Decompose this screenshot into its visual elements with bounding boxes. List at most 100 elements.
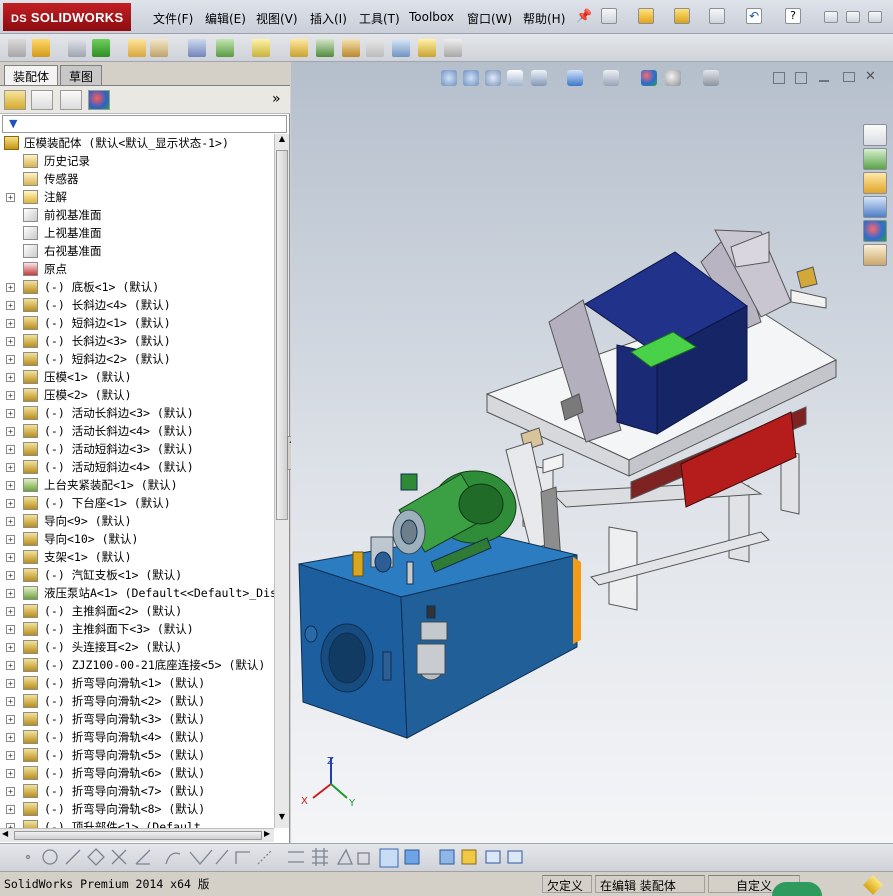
restore-icon[interactable]	[846, 11, 860, 23]
resources-home-icon[interactable]	[863, 124, 887, 146]
display-manager-icon[interactable]	[88, 90, 110, 110]
point-icon[interactable]	[25, 854, 31, 860]
circle-icon[interactable]	[42, 849, 58, 865]
assembly-3d-model[interactable]: Z X Y	[291, 62, 893, 843]
pin-icon[interactable]: 📌	[576, 9, 592, 24]
rebuild-warning-icon[interactable]	[674, 8, 690, 24]
expand-toggle-icon[interactable]: +	[6, 301, 15, 310]
expand-toggle-icon[interactable]: +	[6, 553, 15, 562]
expand-toggle-icon[interactable]: +	[6, 589, 15, 598]
expand-toggle-icon[interactable]: +	[6, 679, 15, 688]
expand-toggle-icon[interactable]: +	[6, 697, 15, 706]
expand-toggle-icon[interactable]: +	[6, 787, 15, 796]
view-palette-icon[interactable]	[863, 196, 887, 218]
menu-file[interactable]: 文件(F)	[153, 10, 193, 27]
feedback-icon[interactable]	[863, 875, 883, 895]
menu-view[interactable]: 视图(V)	[256, 10, 298, 27]
appearances-icon[interactable]	[863, 220, 887, 242]
expand-toggle-icon[interactable]: +	[6, 571, 15, 580]
assembly-visualization-icon[interactable]	[444, 39, 462, 57]
3d-sketch-icon[interactable]	[379, 848, 399, 868]
expand-panel-icon[interactable]: »	[272, 91, 281, 107]
expand-toggle-icon[interactable]: +	[6, 499, 15, 508]
scroll-up-icon[interactable]: ▲	[276, 134, 288, 148]
reference-geometry-icon[interactable]	[252, 39, 270, 57]
tree-horizontal-scrollbar[interactable]: ◀ ▶	[0, 828, 274, 842]
graphics-viewport[interactable]: ✕ Z X Y	[291, 62, 893, 843]
property-manager-icon[interactable]	[31, 90, 53, 110]
close-icon[interactable]	[868, 11, 882, 23]
polygon-icon[interactable]	[87, 848, 105, 866]
new-part-icon[interactable]	[32, 39, 50, 57]
bill-of-materials-icon[interactable]	[316, 39, 334, 57]
menu-toolbox[interactable]: Toolbox	[409, 10, 454, 24]
construction-line-icon[interactable]	[257, 849, 273, 865]
design-library-icon[interactable]	[863, 148, 887, 170]
help-icon[interactable]: ?	[785, 8, 801, 24]
feature-manager-icon[interactable]	[4, 90, 26, 110]
menu-tools[interactable]: 工具(T)	[359, 10, 400, 27]
rapid-sketch-icon[interactable]	[461, 849, 477, 865]
expand-toggle-icon[interactable]: +	[6, 661, 15, 670]
expand-toggle-icon[interactable]: +	[6, 319, 15, 328]
show-hidden-icon[interactable]	[188, 39, 206, 57]
expand-toggle-icon[interactable]: +	[6, 409, 15, 418]
move-component-icon[interactable]	[150, 39, 168, 57]
new-document-icon[interactable]	[601, 8, 617, 24]
expand-toggle-icon[interactable]: +	[6, 643, 15, 652]
expand-toggle-icon[interactable]: +	[6, 625, 15, 634]
expand-toggle-icon[interactable]: +	[6, 355, 15, 364]
linear-pattern-icon[interactable]	[92, 39, 110, 57]
tab-assembly[interactable]: 装配体	[4, 65, 59, 85]
print-icon[interactable]	[709, 8, 725, 24]
line-icon[interactable]	[65, 849, 81, 865]
menu-insert[interactable]: 插入(I)	[310, 10, 347, 27]
sketch-fillet-icon[interactable]	[189, 849, 213, 866]
exploded-view-icon[interactable]	[342, 39, 360, 57]
scroll-down-icon[interactable]: ▼	[276, 812, 288, 826]
table-icon[interactable]	[485, 850, 501, 864]
corner-icon[interactable]	[235, 851, 250, 864]
mate-icon[interactable]	[68, 39, 86, 57]
scroll-right-icon[interactable]: ▶	[264, 829, 270, 838]
sketch-plane-icon[interactable]	[357, 852, 370, 865]
tree-vertical-scrollbar[interactable]: ▲ ▼	[274, 134, 289, 828]
smart-fasteners-icon[interactable]	[128, 39, 146, 57]
assembly-features-icon[interactable]	[216, 39, 234, 57]
tab-sketch[interactable]: 草图	[60, 65, 103, 85]
scroll-left-icon[interactable]: ◀	[2, 829, 8, 838]
expand-toggle-icon[interactable]: +	[6, 373, 15, 382]
tree-filter-input[interactable]: ▼	[2, 115, 287, 133]
expand-toggle-icon[interactable]: +	[6, 463, 15, 472]
interference-detection-icon[interactable]	[392, 39, 410, 57]
quick-snaps-icon[interactable]	[439, 849, 455, 865]
explode-line-sketch-icon[interactable]	[366, 39, 384, 57]
expand-toggle-icon[interactable]: +	[6, 715, 15, 724]
minimize-icon[interactable]	[824, 11, 838, 23]
expand-toggle-icon[interactable]: +	[6, 769, 15, 778]
expand-toggle-icon[interactable]: +	[6, 481, 15, 490]
relations-icon[interactable]	[336, 848, 353, 865]
grid-icon[interactable]	[312, 848, 328, 866]
shaded-sketch-icon[interactable]	[404, 849, 420, 865]
expand-toggle-icon[interactable]: +	[6, 607, 15, 616]
expand-toggle-icon[interactable]: +	[6, 193, 15, 202]
insert-component-icon[interactable]	[8, 39, 26, 57]
expand-toggle-icon[interactable]: +	[6, 391, 15, 400]
menu-edit[interactable]: 编辑(E)	[205, 10, 246, 27]
smart-dimension-icon[interactable]	[288, 851, 304, 863]
expand-toggle-icon[interactable]: +	[6, 535, 15, 544]
quick-tips-icon[interactable]	[772, 882, 822, 896]
menu-window[interactable]: 窗口(W)	[467, 10, 512, 27]
spline-icon[interactable]	[165, 852, 181, 865]
new-motion-study-icon[interactable]	[290, 39, 308, 57]
undo-icon[interactable]: ↶	[746, 8, 762, 24]
trim-icon[interactable]	[111, 849, 127, 865]
menu-help[interactable]: 帮助(H)	[523, 10, 565, 27]
configuration-manager-icon[interactable]	[60, 90, 82, 110]
expand-toggle-icon[interactable]: +	[6, 283, 15, 292]
open-folder-icon[interactable]	[638, 8, 654, 24]
expand-toggle-icon[interactable]: +	[6, 445, 15, 454]
expand-toggle-icon[interactable]: +	[6, 805, 15, 814]
custom-properties-icon[interactable]	[863, 244, 887, 266]
